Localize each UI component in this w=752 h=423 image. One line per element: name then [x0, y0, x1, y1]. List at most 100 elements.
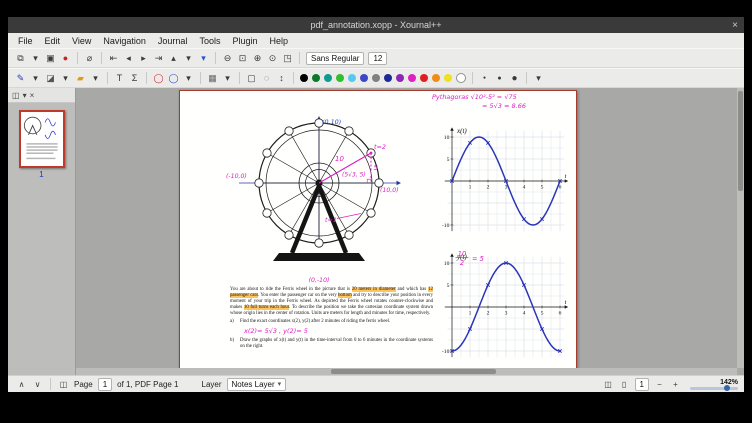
color-blue[interactable]	[360, 74, 368, 82]
page-number-input[interactable]: 1	[98, 378, 112, 391]
image-options-dropdown[interactable]: ▾	[221, 71, 234, 85]
thickness-fine-button[interactable]: ●	[478, 71, 491, 85]
x-tick-label: 5	[541, 185, 544, 191]
record-audio-button[interactable]: ●	[59, 51, 72, 65]
canvas-area[interactable]: (0,10) (-10,0) (10,0) (0,-10) 10 5 (5√3,…	[76, 88, 744, 375]
menu-help[interactable]: Help	[264, 36, 295, 46]
zoom-fit-width-button[interactable]: ⊡	[236, 51, 249, 65]
page-thumbnail[interactable]	[19, 110, 65, 168]
horizontal-scrollbar-thumb[interactable]	[331, 369, 496, 374]
eraser-tool-button[interactable]: ◪	[44, 71, 57, 85]
zoom-slider-thumb[interactable]	[724, 385, 730, 391]
select-lasso-button[interactable]: ◌	[260, 71, 273, 85]
menu-navigation[interactable]: Navigation	[97, 36, 152, 46]
font-name-selector[interactable]: Sans Regular	[306, 52, 364, 65]
color-orange[interactable]	[432, 74, 440, 82]
sidebar-menu-dropdown[interactable]: ▾	[23, 91, 27, 100]
previous-page-button[interactable]: ◂	[122, 51, 135, 65]
toolbar-overflow-dropdown[interactable]: ▾	[532, 71, 545, 85]
preview-pane-icon[interactable]: ◫	[12, 91, 20, 100]
select-rectangle-button[interactable]: ▢	[245, 71, 258, 85]
font-size-selector[interactable]: 12	[368, 52, 387, 65]
next-page-button[interactable]: ▸	[137, 51, 150, 65]
item-b-label: b)	[230, 338, 238, 350]
save-button[interactable]: ▣	[44, 51, 57, 65]
passenger-car	[315, 239, 323, 247]
next-annotated-page-button[interactable]: ▾	[182, 51, 195, 65]
color-navy[interactable]	[384, 74, 392, 82]
image-tool-button[interactable]: ▦	[206, 71, 219, 85]
doc-paragraph: You are about to ride the Ferris wheel i…	[230, 287, 433, 317]
page-columns-field[interactable]: 1	[635, 378, 649, 391]
color-red[interactable]	[420, 74, 428, 82]
last-page-button[interactable]: ⇥	[152, 51, 165, 65]
color-light-blue[interactable]	[348, 74, 356, 82]
zoom-slider[interactable]	[690, 387, 738, 390]
menu-journal[interactable]: Journal	[152, 36, 194, 46]
passenger-car	[263, 209, 271, 217]
highlighted-text: 20 meters in diameter	[352, 287, 396, 292]
color-dark-green[interactable]	[312, 74, 320, 82]
vertical-space-button[interactable]: ↕	[275, 71, 288, 85]
shapes-dropdown[interactable]: ▾	[182, 71, 195, 85]
thickness-thick-button[interactable]: ●	[508, 71, 521, 85]
menu-view[interactable]: View	[66, 36, 97, 46]
color-magenta[interactable]	[408, 74, 416, 82]
thickness-medium-button[interactable]: ●	[493, 71, 506, 85]
passenger-car	[375, 179, 383, 187]
close-button[interactable]: ×	[732, 17, 738, 33]
fullscreen-button[interactable]: ◳	[281, 51, 294, 65]
statusbar-left-icons: ∧∨ ◫	[14, 377, 71, 391]
menu-plugin[interactable]: Plugin	[226, 36, 263, 46]
sidebar-close-button[interactable]: ×	[30, 91, 35, 100]
color-gray[interactable]	[372, 74, 380, 82]
layer-down-button[interactable]: ∨	[31, 377, 44, 391]
text-tool-button[interactable]: T	[113, 71, 126, 85]
zoom-in-mini-button[interactable]: +	[669, 377, 682, 391]
label-0-10: (0,10)	[322, 118, 341, 126]
highlighter-options-dropdown[interactable]: ▾	[89, 71, 102, 85]
vertical-scrollbar-thumb[interactable]	[738, 91, 743, 191]
menu-edit[interactable]: Edit	[39, 36, 67, 46]
toolbar-separator	[101, 52, 102, 64]
new-page-button[interactable]: ⧉	[14, 51, 27, 65]
ruler-tool-button[interactable]: ◯	[167, 71, 180, 85]
new-page-dropdown[interactable]: ▾	[29, 51, 42, 65]
paired-pages-button[interactable]: ◫	[602, 377, 615, 391]
layer-up-button[interactable]: ∧	[15, 377, 28, 391]
color-teal[interactable]	[324, 74, 332, 82]
vertical-scrollbar[interactable]	[737, 88, 744, 368]
menu-file[interactable]: File	[12, 36, 39, 46]
horizontal-scrollbar[interactable]	[76, 368, 737, 375]
menu-tools[interactable]: Tools	[193, 36, 226, 46]
zoom-in-button[interactable]: ⊕	[251, 51, 264, 65]
tex-tool-button[interactable]: Σ	[128, 71, 141, 85]
x-tick-label: 4	[523, 185, 526, 191]
color-yellow[interactable]	[444, 74, 452, 82]
layer-selector[interactable]: Notes Layer ▾	[227, 378, 287, 391]
toolbar-separator	[215, 52, 216, 64]
eraser-options-dropdown[interactable]: ▾	[59, 71, 72, 85]
presentation-mode-button[interactable]: ▯	[618, 377, 631, 391]
first-page-button[interactable]: ⇤	[107, 51, 120, 65]
graph-title: x(t)	[456, 127, 467, 135]
search-button[interactable]: ⌀	[83, 51, 96, 65]
color-purple[interactable]	[396, 74, 404, 82]
color-black[interactable]	[300, 74, 308, 82]
pdf-page[interactable]: (0,10) (-10,0) (10,0) (0,-10) 10 5 (5√3,…	[179, 90, 577, 375]
zoom-original-button[interactable]: ⊙	[266, 51, 279, 65]
window-title: pdf_annotation.xopp - Xournal++	[8, 20, 744, 30]
shape-recognizer-button[interactable]: ◯	[152, 71, 165, 85]
color-green[interactable]	[336, 74, 344, 82]
zoom-out-mini-button[interactable]: −	[653, 377, 666, 391]
zoom-out-button[interactable]: ⊖	[221, 51, 234, 65]
previous-annotated-page-button[interactable]: ▴	[167, 51, 180, 65]
toggle-sidebar-button[interactable]: ◫	[57, 377, 70, 391]
color-white[interactable]	[456, 73, 466, 83]
thumbnail-page-number: 1	[39, 170, 43, 179]
fraction-denominator: 2	[460, 259, 464, 267]
highlighter-tool-button[interactable]: ▰	[74, 71, 87, 85]
goto-page-dropdown[interactable]: ▾	[197, 51, 210, 65]
pen-tool-button[interactable]: ✎	[14, 71, 27, 85]
pen-options-dropdown[interactable]: ▾	[29, 71, 42, 85]
